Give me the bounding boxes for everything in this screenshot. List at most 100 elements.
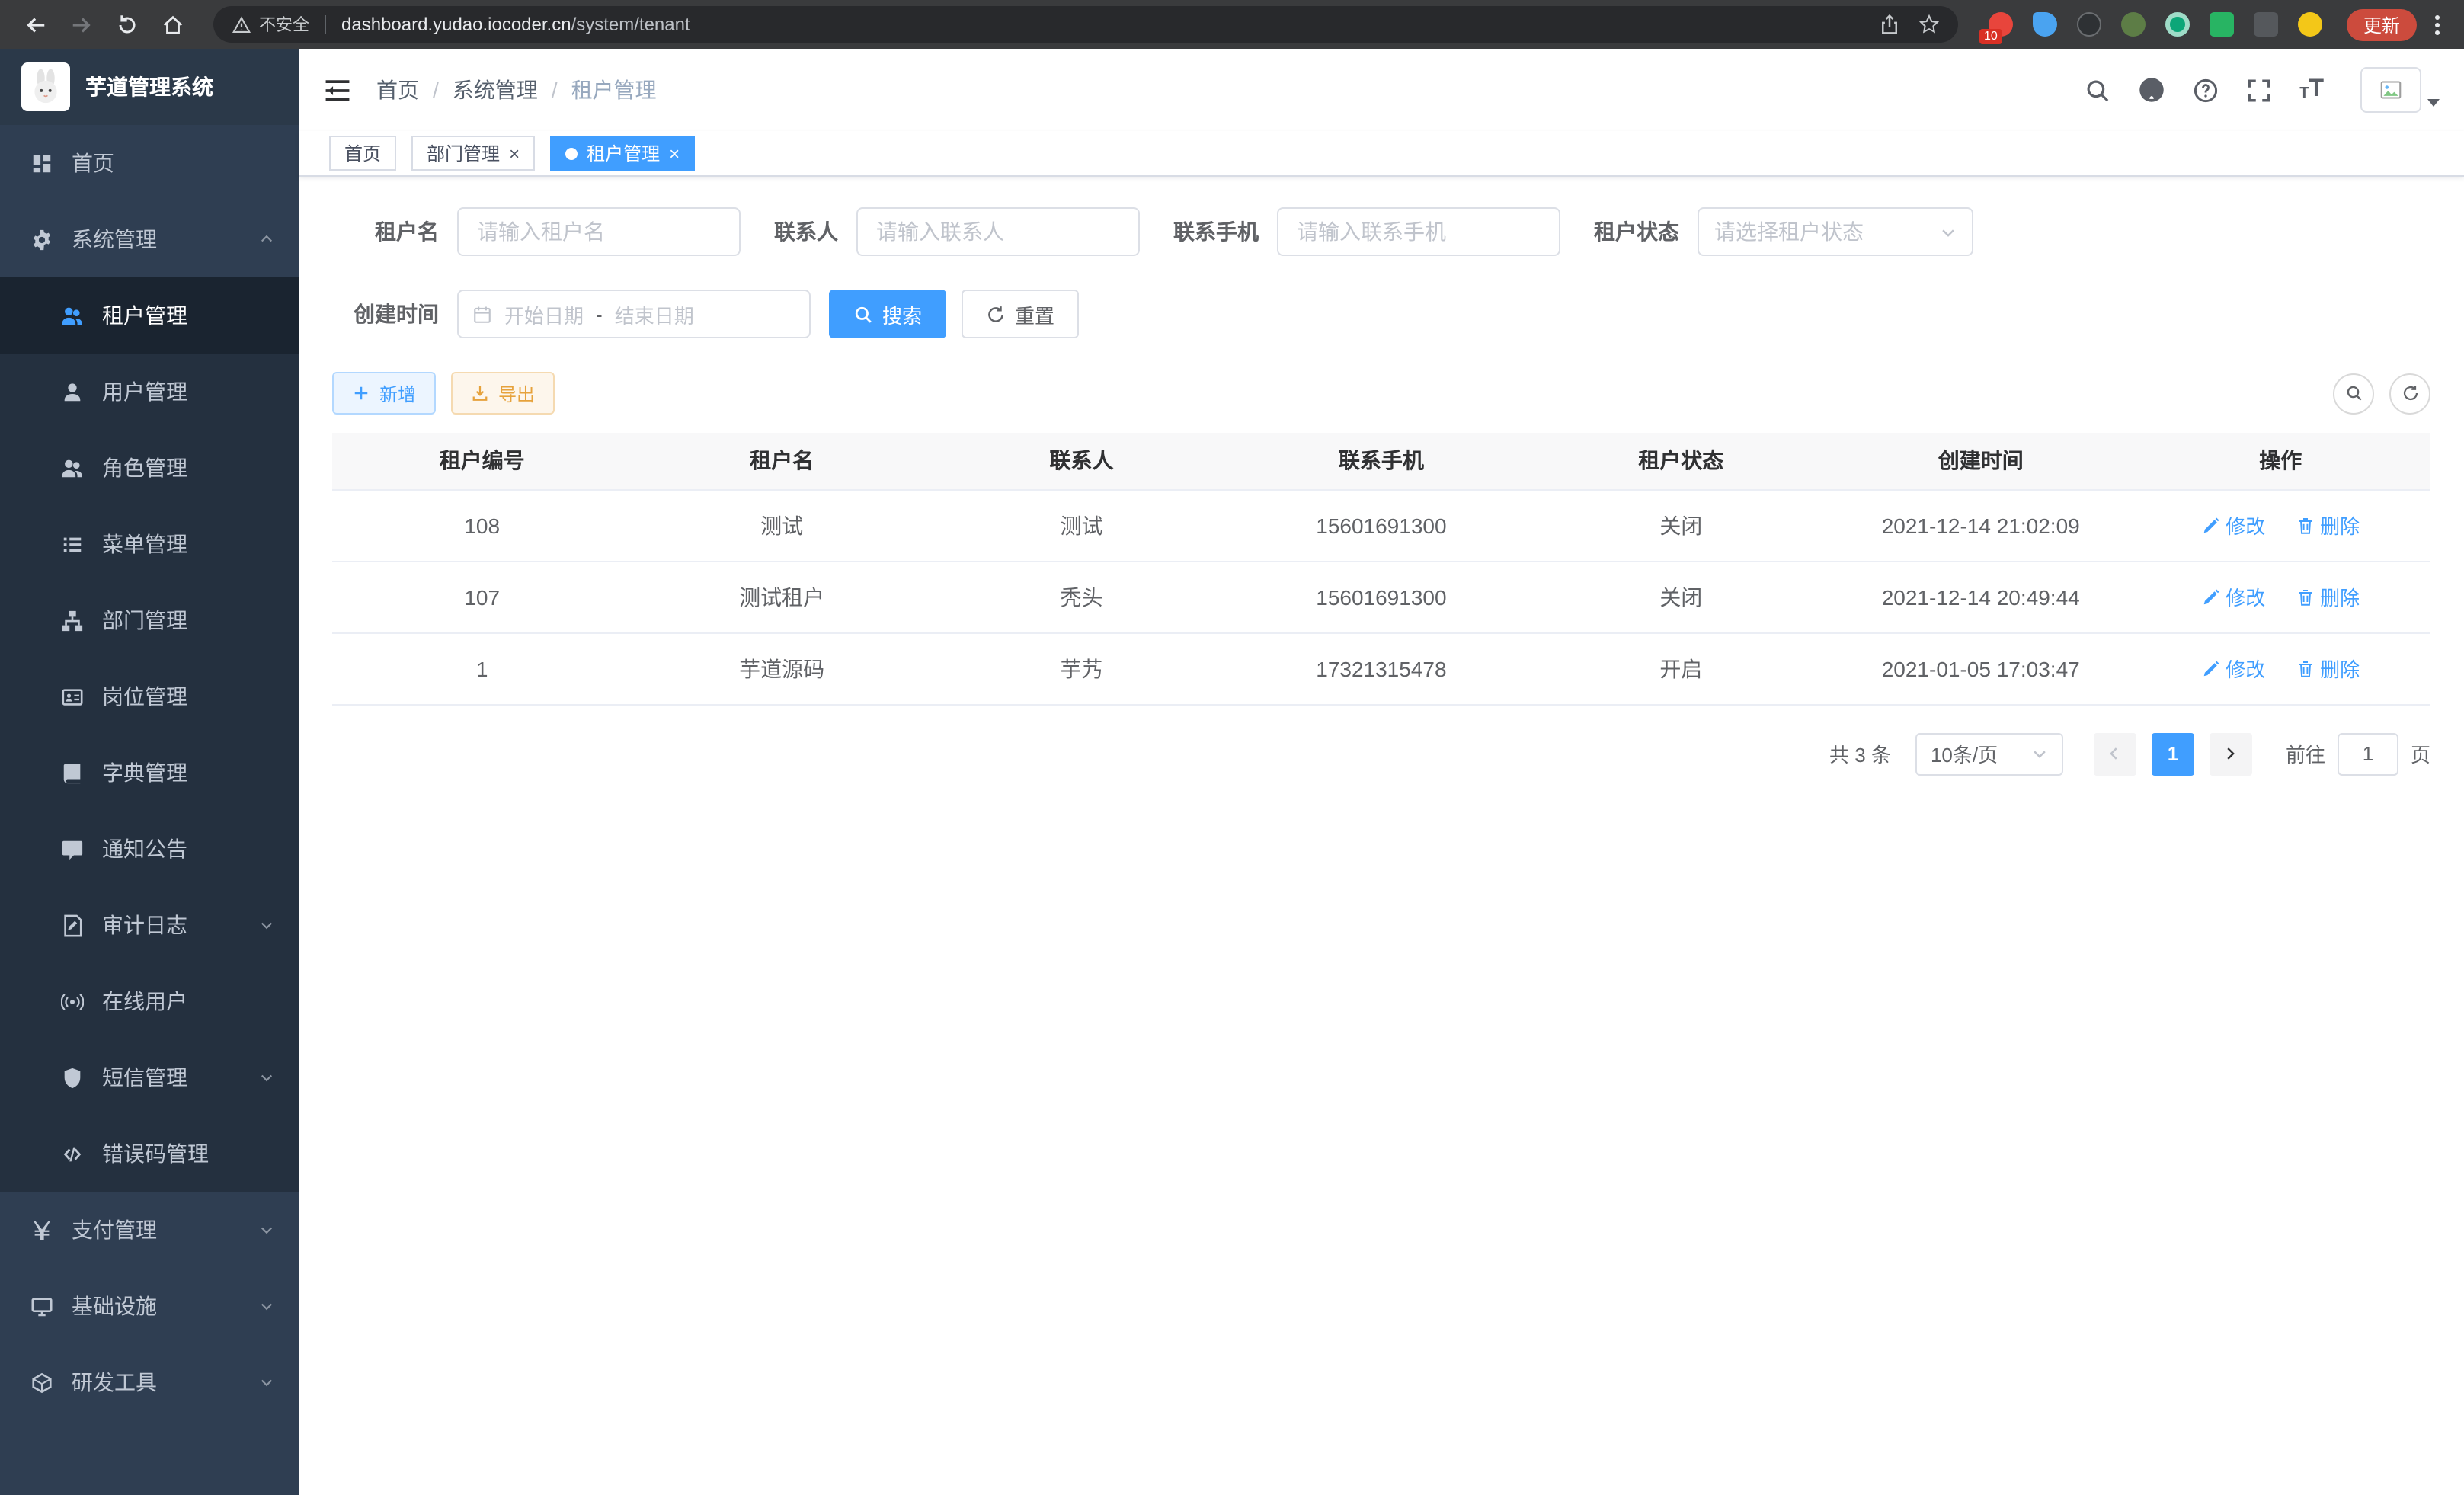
user-menu[interactable]	[2360, 67, 2440, 113]
extension-icon[interactable]	[2077, 12, 2101, 37]
header-search-button[interactable]	[2085, 77, 2110, 103]
next-page-button[interactable]	[2210, 732, 2252, 775]
cell-tenant-name: 测试	[632, 489, 931, 561]
sidebar-item-infrastructure[interactable]: 基础设施	[0, 1268, 299, 1344]
column-header: 操作	[2130, 433, 2430, 489]
sidebar-item-menus[interactable]: 菜单管理	[0, 506, 299, 582]
close-icon[interactable]	[669, 144, 680, 162]
page-size-select[interactable]: 10条/页	[1915, 732, 2063, 775]
filter-actions: 搜索 重置	[829, 290, 1079, 338]
toggle-search-button[interactable]	[2333, 373, 2374, 414]
edit-button[interactable]: 修改	[2201, 511, 2265, 539]
sidebar-item-home[interactable]: 首页	[0, 125, 299, 201]
system-submenu: 租户管理 用户管理 角色管理 菜单管理	[0, 277, 299, 1192]
help-button[interactable]	[2193, 77, 2219, 103]
sidebar-item-posts[interactable]: 岗位管理	[0, 658, 299, 735]
browser-forward-button[interactable]	[61, 5, 101, 44]
sidebar-item-users[interactable]: 用户管理	[0, 354, 299, 430]
cell-mobile: 15601691300	[1231, 489, 1531, 561]
security-status[interactable]: 不安全	[232, 12, 309, 37]
tab-department[interactable]: 部门管理	[411, 136, 535, 171]
browser-update-button[interactable]: 更新	[2347, 8, 2417, 40]
calendar-icon	[472, 304, 492, 324]
share-button[interactable]	[1879, 14, 1900, 35]
extension-icon[interactable]: 10	[1989, 12, 2013, 37]
broken-image-icon	[2379, 79, 2403, 101]
logo-area[interactable]: 芋道管理系统	[0, 49, 299, 125]
browser-back-button[interactable]	[15, 5, 55, 44]
cell-created: 2021-12-14 20:49:44	[1831, 561, 2130, 632]
broadcast-icon	[61, 990, 84, 1013]
sidebar-item-departments[interactable]: 部门管理	[0, 582, 299, 658]
screen: 不安全 dashboard.yudao.iocoder.cn/system/te…	[0, 0, 2464, 1495]
logo-avatar	[21, 62, 70, 111]
reset-button[interactable]: 重置	[962, 290, 1079, 338]
table-toolbar: 新增 导出	[332, 372, 2430, 415]
bookmark-button[interactable]	[1918, 14, 1940, 35]
delete-button[interactable]: 删除	[2296, 511, 2360, 539]
sidebar-item-error-codes[interactable]: 错误码管理	[0, 1116, 299, 1192]
prev-page-button[interactable]	[2094, 732, 2136, 775]
add-button[interactable]: 新增	[332, 372, 436, 415]
delete-button[interactable]: 删除	[2296, 654, 2360, 683]
refresh-table-button[interactable]	[2389, 373, 2430, 414]
tenant-table: 租户编号 租户名 联系人 联系手机 租户状态 创建时间 操作 108 测试	[332, 433, 2430, 705]
column-header: 租户编号	[332, 433, 632, 489]
mobile-input[interactable]	[1277, 207, 1560, 256]
sidebar-item-sms[interactable]: 短信管理	[0, 1039, 299, 1116]
badge-icon	[61, 685, 84, 708]
roles-icon	[61, 456, 84, 479]
cell-contact: 芋艿	[932, 632, 1231, 704]
tenant-name-input[interactable]	[457, 207, 741, 256]
address-bar[interactable]: 不安全 dashboard.yudao.iocoder.cn/system/te…	[213, 6, 1958, 43]
edit-button[interactable]: 修改	[2201, 654, 2265, 683]
chevron-down-icon	[259, 1070, 274, 1085]
edit-button[interactable]: 修改	[2201, 582, 2265, 611]
sidebar-item-dictionary[interactable]: 字典管理	[0, 735, 299, 811]
sidebar-item-audit-log[interactable]: 审计日志	[0, 887, 299, 963]
github-link[interactable]	[2138, 76, 2165, 104]
tab-home[interactable]: 首页	[329, 136, 396, 171]
date-range-picker[interactable]: 开始日期 - 结束日期	[457, 290, 811, 338]
extension-icon[interactable]	[2033, 12, 2057, 37]
sidebar-item-dev-tools[interactable]: 研发工具	[0, 1344, 299, 1420]
close-icon[interactable]	[509, 144, 520, 162]
warning-icon	[232, 14, 251, 34]
contact-input[interactable]	[856, 207, 1140, 256]
reload-icon	[115, 13, 138, 36]
sidebar-item-system[interactable]: 系统管理	[0, 201, 299, 277]
page-number-button[interactable]: 1	[2152, 732, 2194, 775]
browser-reload-button[interactable]	[107, 5, 146, 44]
browser-menu-button[interactable]	[2426, 8, 2449, 40]
breadcrumb-home[interactable]: 首页	[376, 75, 419, 105]
breadcrumb-system[interactable]: 系统管理	[453, 75, 538, 105]
extension-icon[interactable]	[2165, 12, 2190, 37]
sidebar-item-notices[interactable]: 通知公告	[0, 811, 299, 887]
pagination: 共 3 条 10条/页 1 前往 页	[332, 732, 2430, 775]
app-title: 芋道管理系统	[85, 72, 213, 102]
sidebar-item-tenant[interactable]: 租户管理	[0, 277, 299, 354]
puzzle-extension-icon[interactable]	[2254, 12, 2278, 37]
font-size-button[interactable]	[2299, 78, 2324, 102]
browser-home-button[interactable]	[152, 5, 192, 44]
delete-button[interactable]: 删除	[2296, 582, 2360, 611]
url-domain: dashboard.yudao.iocoder.cn	[341, 14, 571, 35]
fullscreen-button[interactable]	[2246, 77, 2272, 103]
sidebar-item-payment[interactable]: 支付管理	[0, 1192, 299, 1268]
active-dot-icon	[565, 147, 578, 159]
chevron-down-icon	[259, 917, 274, 933]
sidebar-collapse-button[interactable]	[323, 75, 352, 104]
status-select[interactable]: 请选择租户状态	[1698, 207, 1973, 256]
export-button[interactable]: 导出	[451, 372, 555, 415]
extension-icon[interactable]	[2121, 12, 2146, 37]
sidebar-item-roles[interactable]: 角色管理	[0, 430, 299, 506]
cell-status: 关闭	[1531, 561, 1831, 632]
tab-tenant[interactable]: 租户管理	[550, 136, 695, 171]
page-content: 租户名 联系人 联系手机 租户状态 请选择租户状态	[299, 177, 2464, 1495]
goto-page-input[interactable]	[2338, 732, 2398, 775]
search-button[interactable]: 搜索	[829, 290, 946, 338]
extension-icon[interactable]	[2298, 12, 2322, 37]
sidebar-item-online-users[interactable]: 在线用户	[0, 963, 299, 1039]
caret-down-icon	[2427, 99, 2440, 107]
extension-icon[interactable]	[2210, 12, 2234, 37]
